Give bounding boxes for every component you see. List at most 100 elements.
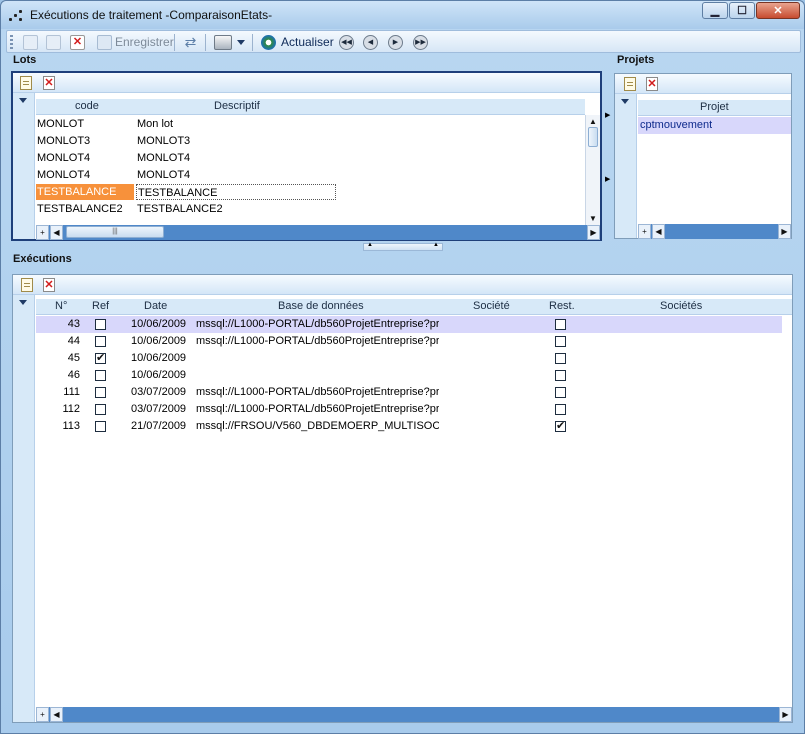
delete-execution-icon[interactable]: ✕ — [43, 278, 55, 292]
edit-icon[interactable] — [46, 35, 61, 50]
table-row[interactable]: MONLOT4 MONLOT4 — [36, 167, 585, 184]
collapse-down-icon[interactable]: ▲ — [433, 242, 439, 248]
lots-vscroll-thumb[interactable] — [588, 127, 598, 147]
table-row[interactable]: MONLOT3 MONLOT3 — [36, 133, 585, 150]
collapse-right-icon[interactable]: ▶ — [605, 111, 610, 119]
rest-checkbox[interactable] — [555, 319, 566, 330]
sync-icon[interactable]: ⇄ — [183, 35, 198, 50]
scroll-right-icon[interactable]: ▶ — [778, 224, 791, 239]
delete-icon[interactable]: ✕ — [70, 35, 85, 50]
ref-checkbox[interactable] — [95, 351, 106, 364]
exec-base: mssql://L1000-PORTAL/db560ProjetEntrepri… — [196, 335, 439, 347]
save-button[interactable]: Enregistrer — [115, 35, 174, 49]
exec-col-ref[interactable]: Ref — [92, 300, 109, 312]
exec-num: 112 — [62, 403, 80, 415]
ref-checkbox[interactable] — [95, 404, 106, 415]
table-row[interactable]: 43 10/06/2009 mssql://L1000-PORTAL/db560Pr… — [36, 316, 782, 333]
lots-vertical-scrollbar[interactable]: ▲ ▼ — [585, 115, 600, 226]
table-row[interactable]: 46 10/06/2009 — [36, 367, 782, 384]
scroll-down-icon[interactable]: ▼ — [586, 212, 600, 225]
rest-checkbox[interactable] — [555, 353, 566, 364]
add-lot-icon[interactable] — [20, 76, 32, 90]
exec-col-num[interactable]: N° — [55, 300, 67, 312]
prev-icon[interactable]: ◀ — [363, 35, 378, 50]
main-window: Exécutions de traitement -ComparaisonEta… — [0, 0, 805, 734]
table-row[interactable]: 45 10/06/2009 — [36, 350, 782, 367]
lots-panel: ✕ code Descriptif MONLOT Mon lot MONLOT3 MO… — [11, 71, 602, 241]
lots-horizontal-scrollbar[interactable]: + ◀ ||| ▶ — [36, 225, 600, 240]
table-row[interactable]: MONLOT4 MONLOT4 — [36, 150, 585, 167]
delete-lot-icon[interactable]: ✕ — [43, 76, 55, 90]
table-row[interactable]: 111 03/07/2009 mssql://L1000-PORTAL/db560P… — [36, 384, 782, 401]
scroll-left-icon[interactable]: ◀ — [50, 225, 63, 240]
table-row[interactable]: 113 21/07/2009 mssql://FRSOU/V560_DBDEMOER… — [36, 418, 782, 435]
add-projet-icon[interactable] — [624, 77, 636, 91]
exec-col-rest[interactable]: Rest. — [549, 300, 575, 312]
collapse-up-icon[interactable]: ▲ — [367, 242, 373, 248]
exec-col-base[interactable]: Base de données — [278, 300, 364, 312]
projets-horizontal-scrollbar[interactable]: + ◀ ▶ — [638, 224, 791, 239]
column-chooser-chevron-down-icon[interactable] — [19, 98, 27, 103]
title-bar[interactable]: Exécutions de traitement -ComparaisonEta… — [1, 1, 804, 29]
print-dropdown-chevron-down-icon[interactable] — [237, 40, 245, 45]
lots-panel-toolbar: ✕ — [13, 73, 600, 93]
rest-checkbox[interactable] — [555, 419, 566, 432]
rest-checkbox[interactable] — [555, 336, 566, 347]
minimize-button[interactable]: ▁ — [702, 2, 728, 19]
exec-col-societes[interactable]: Sociétés — [660, 300, 702, 312]
refresh-button[interactable]: Actualiser — [281, 35, 334, 49]
executions-panel-toolbar: ✕ — [13, 275, 792, 295]
ref-checkbox[interactable] — [95, 336, 106, 347]
table-row[interactable]: 44 10/06/2009 mssql://L1000-PORTAL/db560Pr… — [36, 333, 782, 350]
close-button[interactable]: ✕ — [756, 2, 800, 19]
table-row[interactable]: TESTBALANCE2 TESTBALANCE2 — [36, 201, 585, 218]
maximize-button[interactable]: ☐ — [729, 2, 755, 19]
scroll-left-icon[interactable]: ◀ — [652, 224, 665, 239]
ref-checkbox[interactable] — [95, 319, 106, 330]
exec-num: 113 — [62, 420, 80, 432]
delete-projet-icon[interactable]: ✕ — [646, 77, 658, 91]
refresh-icon[interactable] — [261, 35, 276, 50]
scroll-left-icon[interactable]: ◀ — [50, 707, 63, 722]
ref-checkbox[interactable] — [95, 421, 106, 432]
executions-horizontal-scrollbar[interactable]: + ◀ ▶ — [36, 707, 792, 722]
lots-hscroll-thumb[interactable]: ||| — [66, 226, 164, 238]
ref-checkbox[interactable] — [95, 370, 106, 381]
lot-descriptif: MONLOT4 — [137, 152, 191, 164]
list-item[interactable]: cptmouvement — [638, 117, 791, 134]
collapse-left-icon[interactable]: ▶ — [605, 175, 610, 183]
scroll-right-icon[interactable]: ▶ — [779, 707, 792, 722]
first-icon[interactable]: ◀◀ — [339, 35, 354, 50]
new-doc-icon[interactable] — [23, 35, 38, 50]
table-row[interactable]: 112 03/07/2009 mssql://L1000-PORTAL/db560P… — [36, 401, 782, 418]
lots-col-code[interactable]: code — [75, 100, 99, 112]
expand-plus-icon[interactable]: + — [36, 707, 49, 722]
table-row[interactable]: TESTBALANCE TESTBALANCE — [36, 184, 585, 201]
print-icon[interactable] — [214, 35, 232, 50]
exec-date: 03/07/2009 — [131, 386, 187, 398]
column-chooser-chevron-down-icon[interactable] — [19, 300, 27, 305]
column-chooser-chevron-down-icon[interactable] — [621, 99, 629, 104]
vertical-splitter[interactable]: ▶ ▶ — [604, 105, 612, 195]
ref-checkbox[interactable] — [95, 387, 106, 398]
add-execution-icon[interactable] — [21, 278, 33, 292]
next-icon[interactable]: ▶ — [388, 35, 403, 50]
toolbar-grip[interactable] — [10, 35, 13, 50]
rest-checkbox[interactable] — [555, 370, 566, 381]
exec-col-societe[interactable]: Société — [473, 300, 510, 312]
rest-checkbox[interactable] — [555, 404, 566, 415]
exec-col-date[interactable]: Date — [144, 300, 167, 312]
executions-panel: ✕ N° Ref Date Base de données Société Re… — [12, 274, 793, 723]
expand-plus-icon[interactable]: + — [638, 224, 651, 239]
lots-col-descriptif[interactable]: Descriptif — [214, 100, 260, 112]
horizontal-splitter[interactable]: ▲ ▲ — [363, 242, 443, 251]
projets-col-projet[interactable]: Projet — [700, 101, 729, 113]
save-icon[interactable] — [97, 35, 112, 50]
scroll-right-icon[interactable]: ▶ — [587, 225, 600, 240]
lot-descriptif: TESTBALANCE — [136, 184, 336, 200]
last-icon[interactable]: ▶▶ — [413, 35, 428, 50]
projet-name: cptmouvement — [640, 119, 713, 131]
table-row[interactable]: MONLOT Mon lot — [36, 116, 585, 133]
expand-plus-icon[interactable]: + — [36, 225, 49, 240]
rest-checkbox[interactable] — [555, 387, 566, 398]
